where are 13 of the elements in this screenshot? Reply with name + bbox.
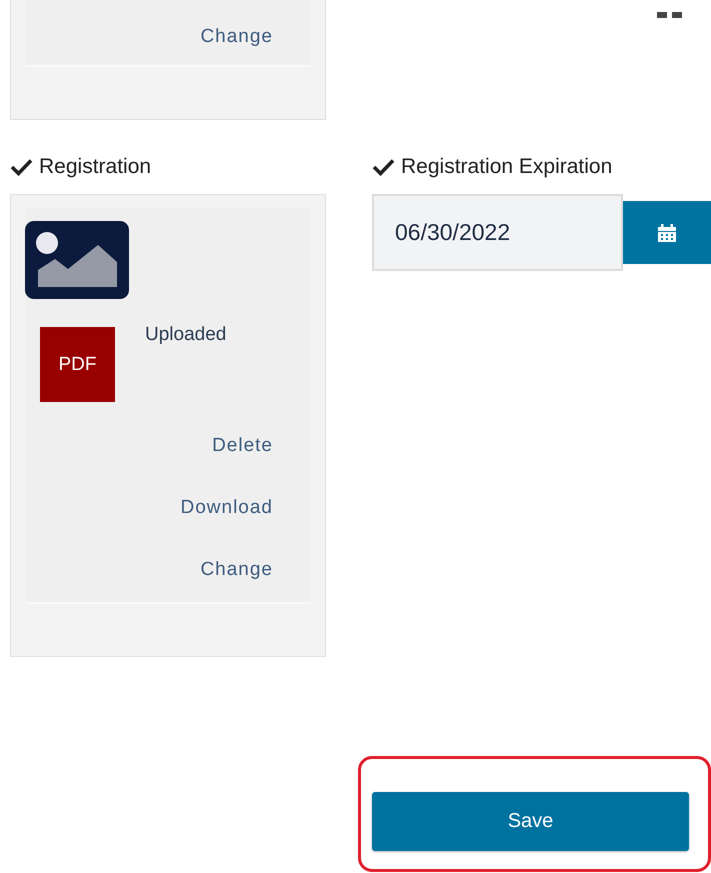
link[interactable]: Change xyxy=(200,25,273,49)
pdf-file-icon: PDF xyxy=(40,327,115,402)
calendar-button[interactable] xyxy=(623,201,711,264)
date-field[interactable]: 06/30/2022 xyxy=(372,194,623,271)
calendar-icon xyxy=(658,224,676,242)
save-button[interactable]: Save xyxy=(372,792,689,851)
link[interactable]: Change xyxy=(200,558,273,582)
upload-status: Uploaded xyxy=(145,324,226,347)
field-label: Registration Expiration xyxy=(401,155,612,179)
field-label: Registration xyxy=(39,155,152,179)
link[interactable]: Download xyxy=(180,496,273,520)
cut-off-icon xyxy=(657,12,682,19)
link[interactable]: Delete xyxy=(212,434,273,458)
